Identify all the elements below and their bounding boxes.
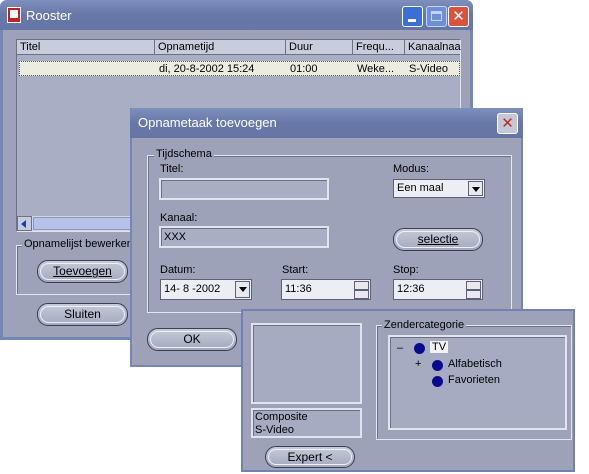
- arrow-left-icon: [21, 220, 26, 228]
- zendercategorie-label: Zendercategorie: [382, 319, 467, 331]
- spin-down-icon[interactable]: [466, 290, 481, 299]
- modus-select[interactable]: Een maal: [393, 179, 485, 198]
- row-frequentie: Weke...: [357, 63, 395, 75]
- scroll-thumb[interactable]: [33, 217, 137, 230]
- dialog-title: Opnametaak toevoegen: [138, 115, 277, 130]
- scroll-left-button[interactable]: [17, 216, 32, 231]
- stop-value: 12:36: [397, 283, 425, 295]
- edit-list-group-label: Opnamelijst bewerken: [22, 238, 135, 250]
- maximize-button[interactable]: [426, 6, 447, 27]
- spin-down-icon[interactable]: [354, 290, 369, 299]
- tree-root-tv[interactable]: TV: [430, 341, 449, 353]
- kanaal-input[interactable]: XXX: [159, 226, 329, 248]
- start-label: Start:: [282, 264, 309, 276]
- maximize-icon: [431, 11, 442, 21]
- tree-node-icon: [432, 376, 443, 387]
- start-spinner[interactable]: [354, 281, 369, 299]
- close-icon: ✕: [452, 7, 465, 25]
- start-time-input[interactable]: 11:36: [281, 279, 371, 300]
- column-opnametijd[interactable]: Opnametijd: [155, 40, 286, 54]
- datum-picker[interactable]: 14- 8 -2002: [160, 279, 252, 300]
- ok-button-label: OK: [183, 332, 201, 346]
- tree-collapse-toggle[interactable]: –: [397, 342, 403, 354]
- table-row[interactable]: di, 20-8-2002 15:24 01:00 Weke... S-Vide…: [19, 61, 460, 76]
- rooster-title: Rooster: [26, 8, 72, 23]
- titel-input[interactable]: [159, 178, 329, 200]
- add-button-label: Toevoegen: [53, 264, 112, 278]
- start-value: 11:36: [285, 283, 312, 295]
- input-preview: [251, 323, 362, 404]
- ok-button[interactable]: OK: [147, 328, 237, 351]
- list-item[interactable]: S-Video: [255, 424, 294, 436]
- app-icon: [7, 7, 21, 23]
- stop-label: Stop:: [393, 264, 419, 276]
- spin-up-icon[interactable]: [466, 281, 481, 290]
- minimize-button[interactable]: [402, 6, 423, 27]
- spin-up-icon[interactable]: [354, 281, 369, 290]
- tree-node-icon: [414, 343, 425, 354]
- tree-item-alfabetisch[interactable]: Alfabetisch: [448, 358, 502, 370]
- close-icon: ✕: [501, 114, 514, 132]
- modus-value: Een maal: [397, 182, 444, 194]
- kanaal-value: XXX: [164, 231, 187, 243]
- close-list-button-label: Sluiten: [64, 307, 101, 321]
- column-frequentie[interactable]: Frequ...: [353, 40, 405, 54]
- category-tree[interactable]: – TV + Alfabetisch Favorieten: [388, 335, 567, 430]
- modus-label: Modus:: [393, 163, 430, 175]
- kanaal-label: Kanaal:: [160, 212, 198, 224]
- stop-time-input[interactable]: 12:36: [393, 279, 483, 300]
- row-duur: 01:00: [290, 63, 318, 75]
- tree-node-icon: [432, 360, 443, 371]
- close-button[interactable]: ✕: [448, 6, 469, 27]
- input-source-list[interactable]: Composite S-Video: [251, 408, 362, 438]
- expert-button-label: Expert <: [287, 450, 333, 464]
- calendar-dropdown-icon[interactable]: [235, 281, 250, 298]
- list-header: Titel Opnametijd Duur Frequ... Kanaalnaa: [17, 40, 461, 55]
- tijdschema-label: Tijdschema: [154, 148, 214, 160]
- add-button[interactable]: Toevoegen: [37, 260, 128, 283]
- minimize-icon: [408, 19, 416, 22]
- column-kanaal[interactable]: Kanaalnaa: [405, 40, 461, 54]
- chevron-down-icon[interactable]: [468, 181, 483, 196]
- stop-spinner[interactable]: [466, 281, 481, 299]
- column-duur[interactable]: Duur: [286, 40, 353, 54]
- horizontal-scrollbar[interactable]: [17, 216, 137, 231]
- rooster-titlebar[interactable]: Rooster ✕: [0, 0, 473, 30]
- close-list-button[interactable]: Sluiten: [37, 303, 128, 326]
- tree-expand-toggle[interactable]: +: [415, 358, 421, 370]
- channel-selector-panel: Composite S-Video Zendercategorie – TV +…: [241, 309, 575, 472]
- dialog-close-button[interactable]: ✕: [497, 113, 518, 134]
- expert-button[interactable]: Expert <: [265, 446, 355, 468]
- tree-item-favorieten[interactable]: Favorieten: [448, 374, 500, 386]
- selectie-button[interactable]: selectie: [393, 228, 483, 251]
- row-opnametijd: di, 20-8-2002 15:24: [159, 63, 255, 75]
- list-item[interactable]: Composite: [255, 411, 308, 423]
- row-kanaal: S-Video: [409, 63, 448, 75]
- column-titel[interactable]: Titel: [17, 40, 155, 54]
- selectie-button-label: selectie: [417, 232, 459, 246]
- dialog-titlebar[interactable]: Opnametaak toevoegen ✕: [130, 108, 523, 138]
- datum-value: 14- 8 -2002: [164, 283, 221, 295]
- titel-label: Titel:: [160, 163, 184, 175]
- datum-label: Datum:: [160, 264, 196, 276]
